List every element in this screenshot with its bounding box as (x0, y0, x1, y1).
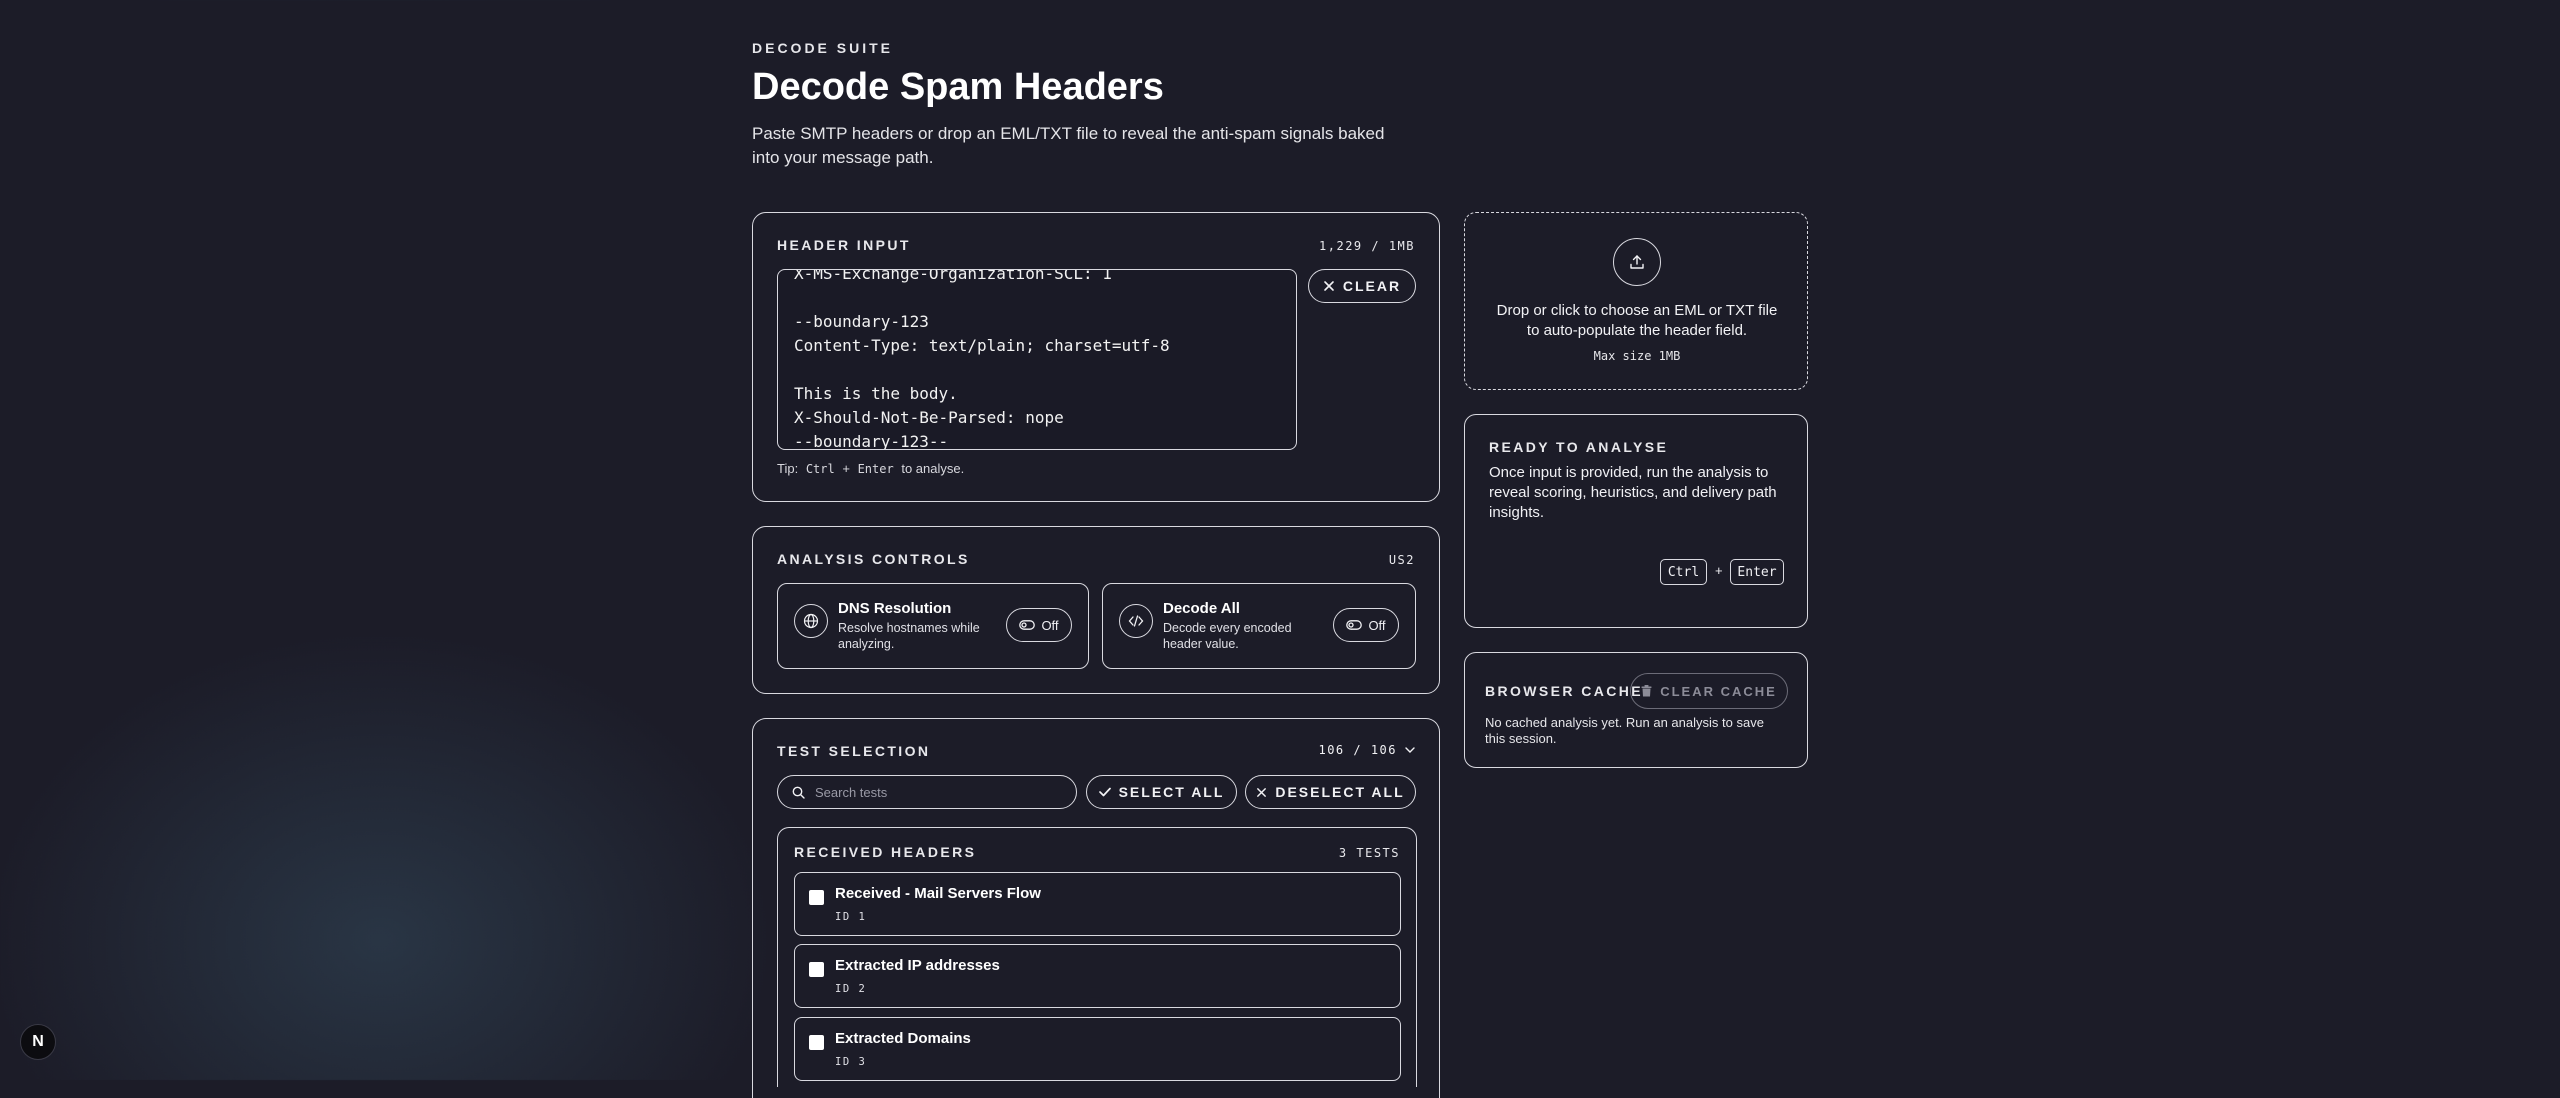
code-icon (1119, 604, 1153, 638)
deselect-all-label: DESELECT ALL (1275, 784, 1405, 800)
globe-icon (794, 604, 828, 638)
tip-suffix: to analyse. (901, 461, 965, 476)
tip-plus: + (842, 461, 850, 476)
test-name: Received - Mail Servers Flow (835, 885, 1041, 902)
search-icon (792, 786, 805, 799)
test-id: ID 1 (835, 911, 867, 923)
test-name: Extracted Domains (835, 1030, 971, 1047)
upload-icon (1613, 238, 1661, 286)
decode-all-toggle-label: Off (1368, 617, 1386, 633)
chevron-down-icon (1405, 747, 1415, 753)
test-counter: 106 / 106 (1318, 743, 1397, 757)
decode-all-title: Decode All (1163, 600, 1240, 617)
decode-all-toggle[interactable]: Off (1333, 608, 1399, 642)
header-input-label: HEADER INPUT (777, 237, 911, 253)
test-checkbox[interactable] (809, 1035, 824, 1050)
search-input[interactable] (813, 783, 1057, 801)
page-title: Decode Spam Headers (752, 66, 1164, 108)
header-textarea-content: X-MS-Exchange-Organization-SCL: 1 --boun… (794, 269, 1170, 450)
test-selection-label: TEST SELECTION (777, 743, 931, 759)
test-selection-card: TEST SELECTION 106 / 106 SELECT ALL DESE… (752, 718, 1440, 1098)
eyebrow: DECODE SUITE (752, 40, 894, 56)
test-group-title: RECEIVED HEADERS (794, 844, 977, 860)
test-group-received-headers: RECEIVED HEADERS 3 TESTS Received - Mail… (777, 827, 1417, 1087)
select-all-button[interactable]: SELECT ALL (1086, 775, 1237, 809)
dropzone-max-size: Max size 1MB (1593, 349, 1681, 363)
framework-badge[interactable]: N (20, 1024, 56, 1060)
dns-resolution-toggle[interactable]: Off (1006, 608, 1072, 642)
dns-resolution-title: DNS Resolution (838, 600, 952, 617)
cache-status-text: No cached analysis yet. Run an analysis … (1485, 715, 1764, 746)
test-group-count: 3 TESTS (1338, 846, 1400, 860)
toggle-off-icon (1019, 620, 1036, 630)
deselect-all-button[interactable]: DESELECT ALL (1245, 775, 1416, 809)
browser-cache-card: BROWSER CACHE CLEAR CACHE No cached anal… (1464, 652, 1808, 768)
ready-text: Once input is provided, run the analysis… (1489, 464, 1777, 521)
file-dropzone[interactable]: Drop or click to choose an EML or TXT fi… (1464, 212, 1808, 390)
tip-key-enter: Enter (857, 462, 894, 476)
toggle-off-icon (1346, 620, 1363, 630)
test-checkbox[interactable] (809, 890, 824, 905)
search-tests (777, 775, 1077, 809)
clear-button[interactable]: CLEAR (1308, 269, 1416, 303)
dns-resolution-toggle-label: Off (1041, 617, 1059, 633)
test-name: Extracted IP addresses (835, 957, 1000, 974)
clear-button-label: CLEAR (1342, 278, 1402, 294)
dns-resolution-desc: Resolve hostnames while analyzing. (838, 621, 980, 651)
tip-text: Tip: Ctrl + Enter to analyse. (777, 461, 964, 476)
test-checkbox[interactable] (809, 962, 824, 977)
trash-icon (1641, 685, 1652, 697)
ready-label: READY TO ANALYSE (1489, 439, 1669, 455)
ready-to-analyse-card: READY TO ANALYSE Once input is provided,… (1464, 414, 1808, 628)
decode-all-control: Decode All Decode every encoded header v… (1102, 583, 1416, 669)
analysis-controls-meta: US2 (1388, 553, 1415, 567)
kbd-plus: + (1715, 563, 1723, 578)
page-subtitle: Paste SMTP headers or drop an EML/TXT fi… (752, 124, 1385, 167)
decode-all-desc: Decode every encoded header value. (1163, 621, 1292, 651)
tip-prefix: Tip: (777, 461, 799, 476)
test-row[interactable]: Extracted Domains ID 3 (794, 1017, 1401, 1081)
close-icon (1324, 281, 1334, 291)
dropzone-text: Drop or click to choose an EML or TXT fi… (1496, 302, 1778, 339)
clear-cache-label: CLEAR CACHE (1660, 683, 1777, 699)
header-textarea[interactable]: X-MS-Exchange-Organization-SCL: 1 --boun… (777, 269, 1297, 450)
dns-resolution-control: DNS Resolution Resolve hostnames while a… (777, 583, 1089, 669)
close-icon (1257, 787, 1267, 797)
analysis-controls-card: ANALYSIS CONTROLS US2 DNS Resolution Res… (752, 526, 1440, 694)
header-input-card: HEADER INPUT 1,229 / 1MB X-MS-Exchange-O… (752, 212, 1440, 502)
test-id: ID 2 (835, 983, 867, 995)
tip-key-ctrl: Ctrl (805, 462, 835, 476)
test-id: ID 3 (835, 1056, 867, 1068)
kbd-ctrl: Ctrl (1660, 559, 1707, 585)
select-all-label: SELECT ALL (1118, 784, 1225, 800)
test-counter-toggle[interactable]: 106 / 106 (1318, 743, 1415, 757)
browser-cache-label: BROWSER CACHE (1485, 683, 1643, 699)
kbd-enter: Enter (1730, 559, 1784, 585)
size-counter: 1,229 / 1MB (1319, 239, 1415, 253)
analysis-controls-label: ANALYSIS CONTROLS (777, 551, 970, 567)
clear-cache-button[interactable]: CLEAR CACHE (1630, 673, 1788, 709)
test-row[interactable]: Extracted IP addresses ID 2 (794, 944, 1401, 1008)
test-row[interactable]: Received - Mail Servers Flow ID 1 (794, 872, 1401, 936)
check-icon (1098, 787, 1111, 797)
